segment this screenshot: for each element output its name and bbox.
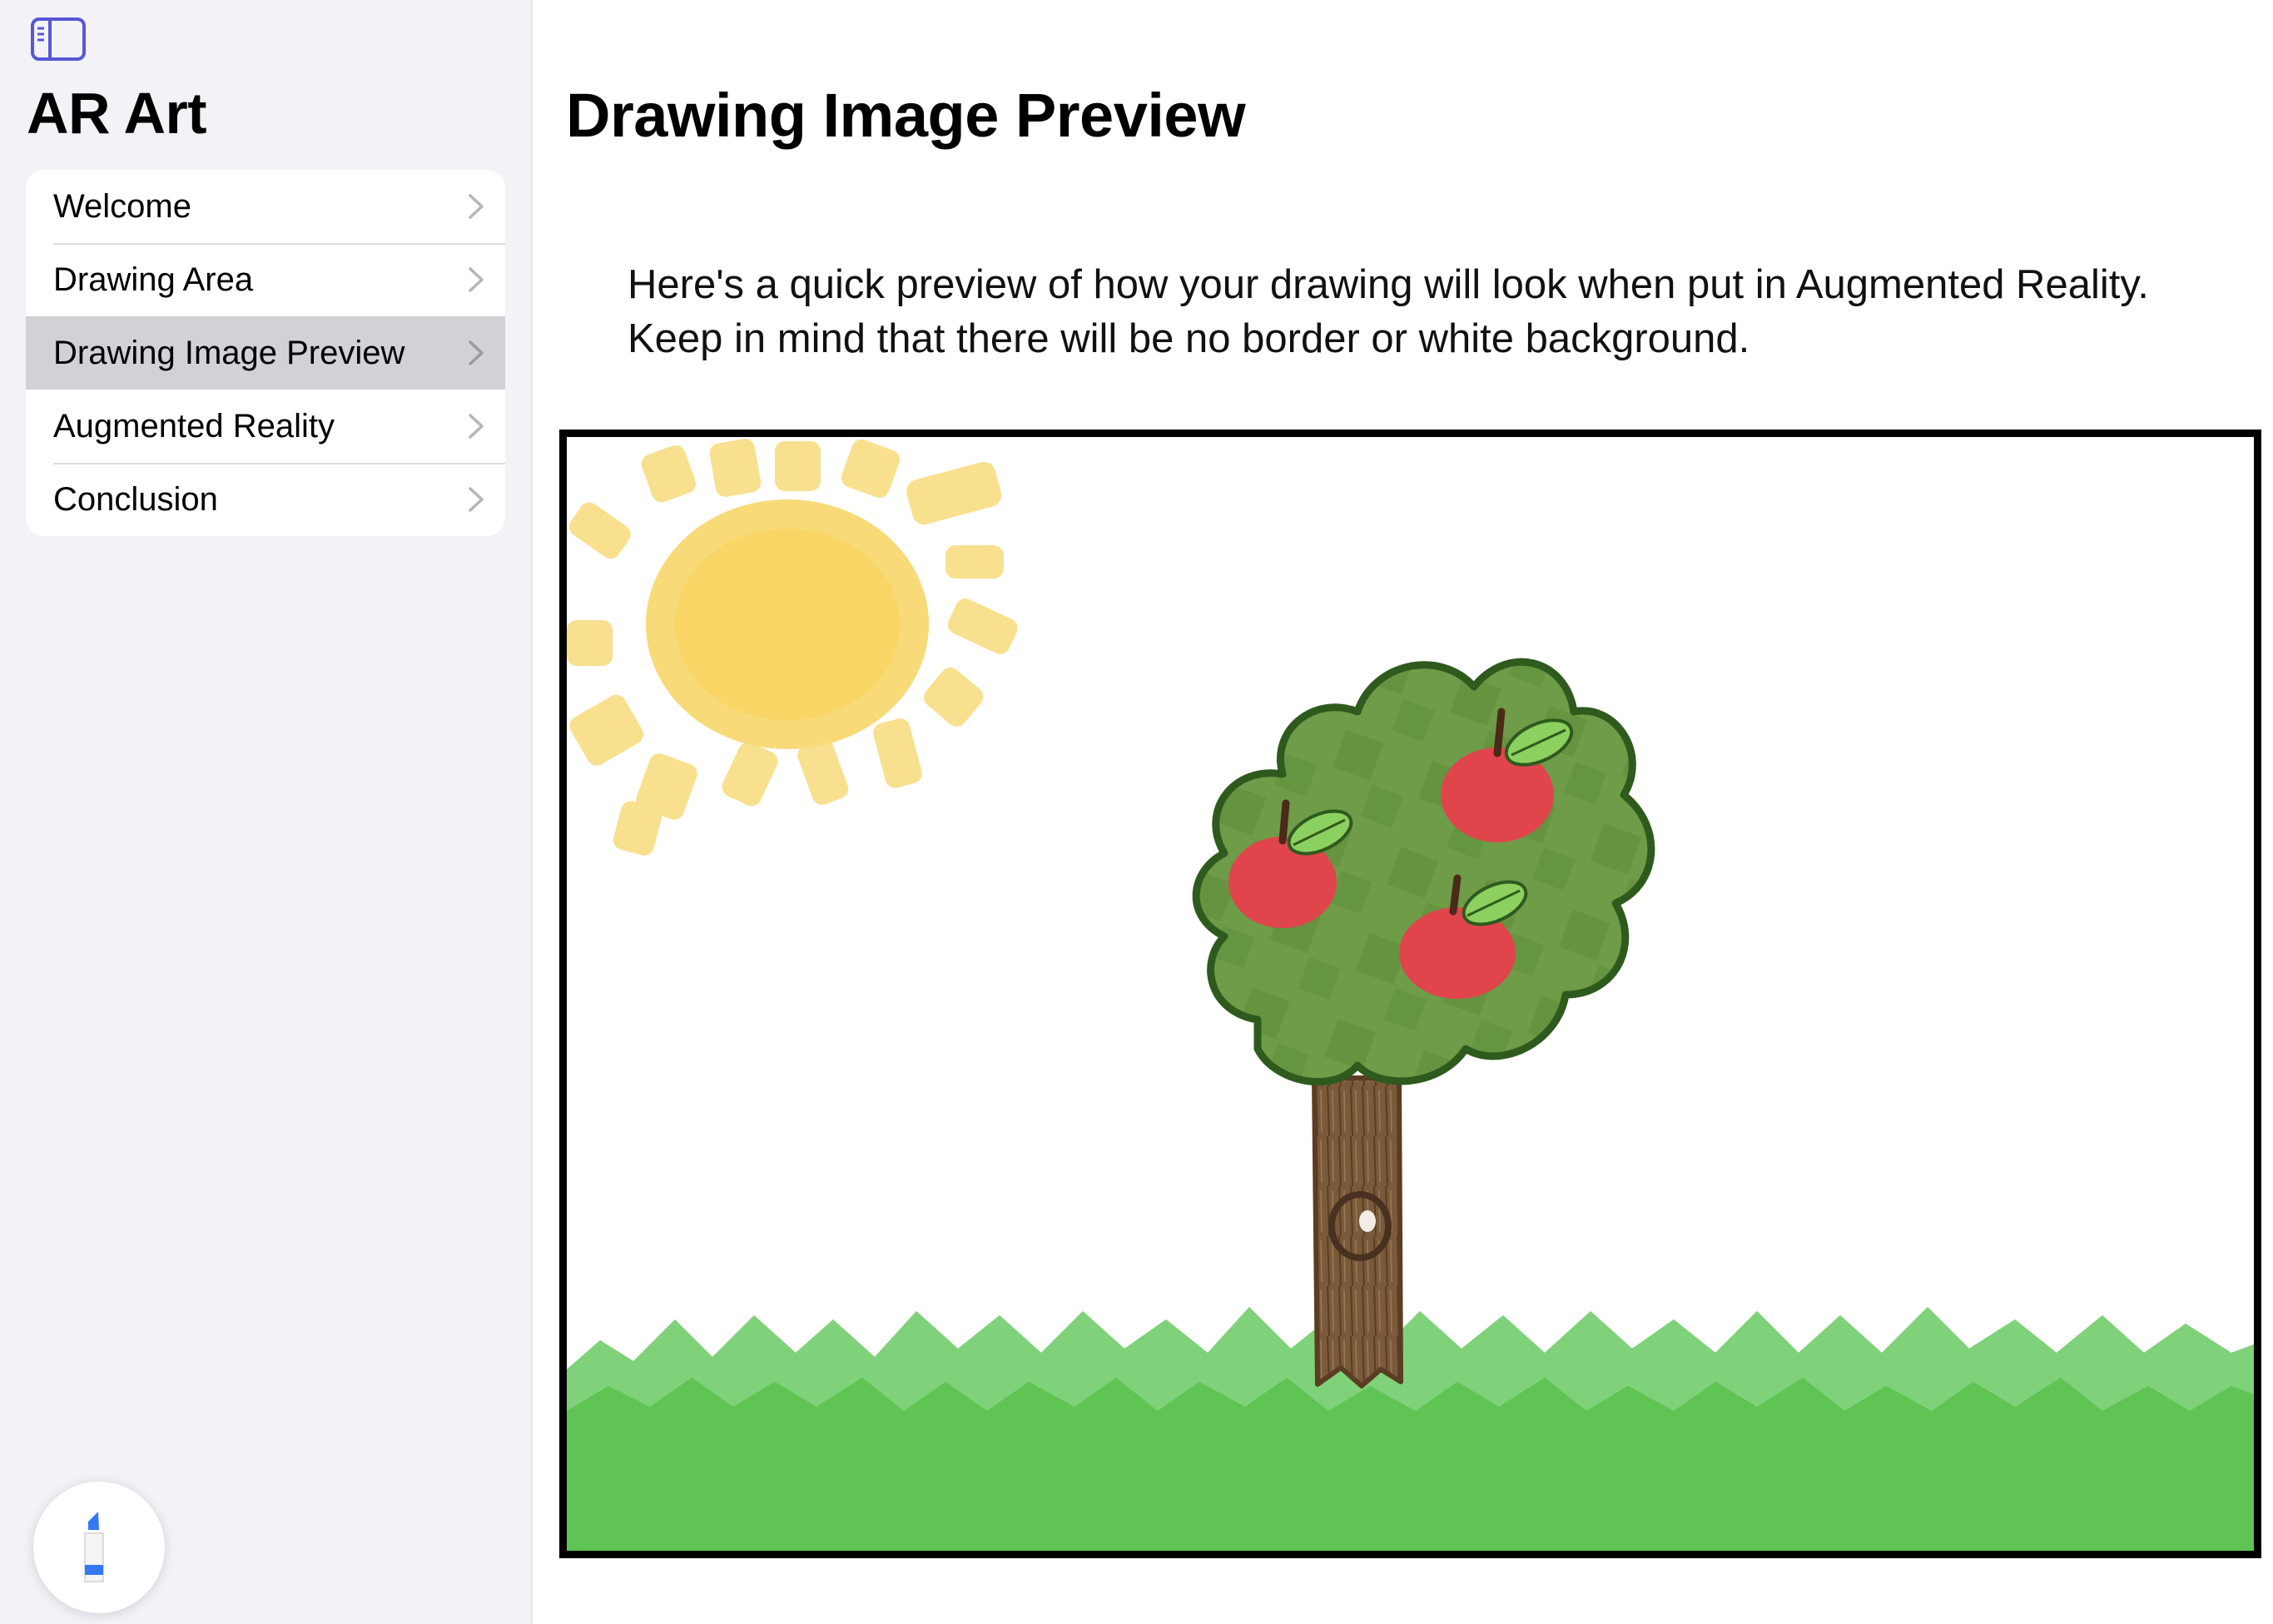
chevron-right-icon <box>469 194 484 219</box>
sidebar: AR Art Welcome Drawing Area Drawing Imag… <box>0 0 533 1624</box>
sidebar-item-welcome[interactable]: Welcome <box>26 170 505 243</box>
sidebar-item-augmented-reality[interactable]: Augmented Reality <box>26 390 505 463</box>
chevron-right-icon <box>469 414 484 439</box>
tree-trunk-drawing <box>1312 1075 1403 1388</box>
sidebar-item-conclusion[interactable]: Conclusion <box>26 463 505 536</box>
tool-picker-button[interactable] <box>33 1482 165 1613</box>
app-title: AR Art <box>27 81 207 146</box>
sidebar-item-label: Welcome <box>53 187 191 225</box>
sidebar-toggle-icon[interactable] <box>30 17 87 62</box>
sidebar-nav-list: Welcome Drawing Area Drawing Image Previ… <box>26 170 505 536</box>
sidebar-item-label: Drawing Image Preview <box>53 334 405 371</box>
chevron-right-icon <box>469 267 484 292</box>
sidebar-item-drawing-image-preview[interactable]: Drawing Image Preview <box>26 316 505 390</box>
marker-pen-icon <box>84 1512 104 1582</box>
drawing-preview <box>559 430 2261 1558</box>
description-line: Here's a quick preview of how your drawi… <box>628 262 2149 307</box>
grass-drawing <box>567 1307 2254 1551</box>
drawing-image <box>567 439 2254 1551</box>
chevron-right-icon <box>469 340 484 365</box>
description-line: Keep in mind that there will be no borde… <box>628 316 1750 361</box>
sun-drawing <box>567 439 1018 856</box>
preview-description: Here's a quick preview of how your drawi… <box>628 258 2259 366</box>
sidebar-item-label: Augmented Reality <box>53 407 335 444</box>
sidebar-item-label: Drawing Area <box>53 261 254 298</box>
chevron-right-icon <box>469 487 484 512</box>
sidebar-item-label: Conclusion <box>53 480 218 518</box>
page-title: Drawing Image Preview <box>566 81 1246 150</box>
sidebar-item-drawing-area[interactable]: Drawing Area <box>26 243 505 316</box>
